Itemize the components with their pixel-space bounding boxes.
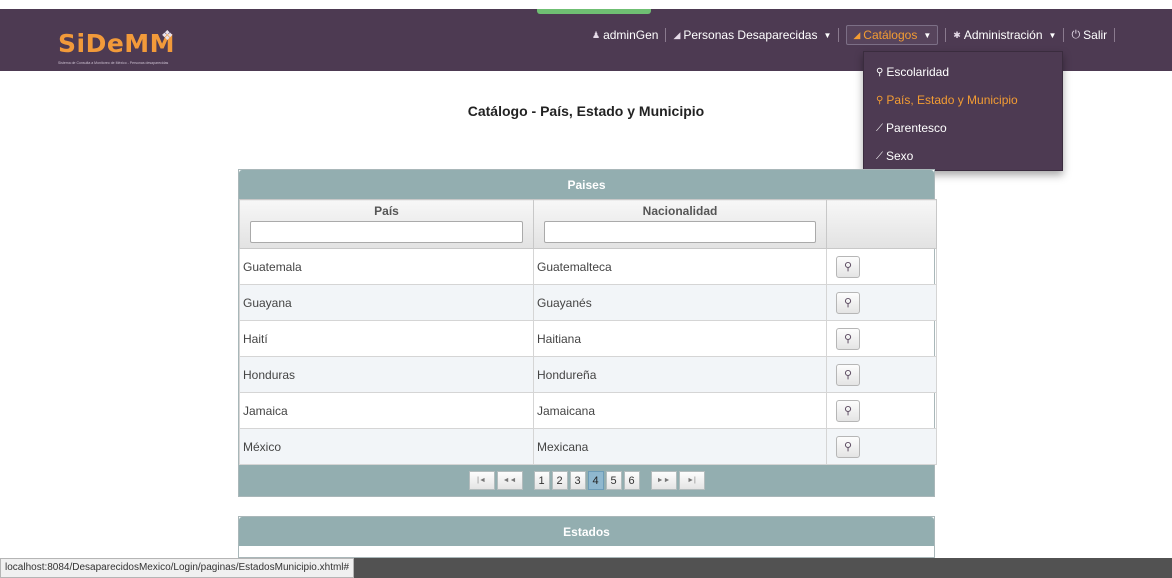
nav-divider <box>945 28 947 42</box>
menu-item-escolaridad[interactable]: ⚲ Escolaridad <box>864 58 1062 86</box>
column-label-pais: País <box>374 204 399 218</box>
nav-divider <box>665 28 667 42</box>
cell-actions: ⚲ <box>826 248 937 285</box>
status-url: localhost:8084/DesaparecidosMexico/Login… <box>0 558 355 578</box>
menu-item-label: Parentesco <box>886 121 947 135</box>
column-header-actions <box>826 199 937 249</box>
table-row: Guayana Guayanés ⚲ <box>239 284 937 321</box>
table-row: Jamaica Jamaicana ⚲ <box>239 392 937 429</box>
menu-item-label: Sexo <box>886 149 914 163</box>
page-3-button[interactable]: 3 <box>569 471 586 490</box>
menu-item-sexo[interactable]: ⟋ Sexo <box>864 142 1062 170</box>
power-icon: ⏻ <box>1071 28 1081 41</box>
view-button[interactable]: ⚲ <box>836 291 860 314</box>
cell-pais: Guayana <box>239 284 534 321</box>
next-page-button[interactable]: ►► <box>650 471 677 490</box>
table-row: Haití Haitiana ⚲ <box>239 320 937 357</box>
gear-icon: ✱ <box>953 29 961 40</box>
column-header-nacionalidad: Nacionalidad <box>533 199 827 249</box>
cell-actions: ⚲ <box>826 284 937 321</box>
nav-personas-label: Personas Desaparecidas <box>683 28 818 42</box>
cell-actions: ⚲ <box>826 356 937 393</box>
nav-divider <box>838 28 840 42</box>
column-label-nacionalidad: Nacionalidad <box>642 204 718 218</box>
page-6-button[interactable]: 6 <box>623 471 640 490</box>
app-logo[interactable]: SiDeMM ❖ Sistema de Consulta a Monitoreo… <box>58 27 218 71</box>
nav-administracion[interactable]: ✱ Administración ▼ <box>953 28 1056 42</box>
nav-catalogos[interactable]: ◢ Catálogos ▼ <box>846 25 939 45</box>
estados-panel: Estados <box>238 516 935 558</box>
page-2-button[interactable]: 2 <box>551 471 568 490</box>
page-5-button[interactable]: 5 <box>605 471 622 490</box>
logo-text: SiDeMM <box>58 29 176 58</box>
estados-panel-header: Estados <box>239 517 934 546</box>
pencil-icon: ◢ <box>673 29 681 40</box>
top-accent-bar <box>537 9 651 14</box>
chevron-down-icon: ▼ <box>823 30 832 40</box>
chevron-down-icon: ▼ <box>923 30 932 40</box>
wrench-icon: ⟋ <box>876 150 883 162</box>
cell-nacionalidad: Hondureña <box>533 356 827 393</box>
view-button[interactable]: ⚲ <box>836 327 860 350</box>
view-button[interactable]: ⚲ <box>836 435 860 458</box>
mexico-map-icon: ❖ <box>161 27 174 43</box>
column-header-pais: País <box>239 199 534 249</box>
table-header-row: País Nacionalidad <box>239 199 937 249</box>
search-icon: ⚲ <box>843 369 853 381</box>
page-title: Catálogo - País, Estado y Municipio <box>467 103 705 119</box>
nav-salir[interactable]: ⏻ Salir <box>1071 28 1107 42</box>
search-icon: ⚲ <box>843 405 853 417</box>
table-row: Guatemala Guatemalteca ⚲ <box>239 248 937 285</box>
user-icon: ♟ <box>592 29 601 40</box>
first-page-button[interactable]: |◄ <box>468 471 495 490</box>
cell-nacionalidad: Guatemalteca <box>533 248 827 285</box>
search-icon: ⚲ <box>843 261 853 273</box>
search-icon: ⚲ <box>876 66 884 78</box>
paises-table: País Nacionalidad Guatemala Guatemalteca… <box>239 199 937 465</box>
pencil-icon: ◢ <box>853 29 861 40</box>
logo-subtitle: Sistema de Consulta a Monitoreo de Méxic… <box>58 61 169 65</box>
search-icon: ⚲ <box>843 441 853 453</box>
page-4-button[interactable]: 4 <box>587 471 604 490</box>
view-button[interactable]: ⚲ <box>836 399 860 422</box>
filter-nacionalidad-input[interactable] <box>544 221 816 243</box>
main-nav: ♟ adminGen ◢ Personas Desaparecidas ▼ ◢ … <box>592 24 1122 46</box>
nav-catalogos-label: Catálogos <box>863 28 918 42</box>
table-row: Honduras Hondureña ⚲ <box>239 356 937 393</box>
page-1-button[interactable]: 1 <box>533 471 550 490</box>
nav-divider <box>1114 28 1116 42</box>
cell-nacionalidad: Jamaicana <box>533 392 827 429</box>
cell-pais: Honduras <box>239 356 534 393</box>
prev-page-button[interactable]: ◄◄ <box>496 471 523 490</box>
search-icon: ⚲ <box>843 297 853 309</box>
cell-pais: Haití <box>239 320 534 357</box>
cell-actions: ⚲ <box>826 320 937 357</box>
nav-personas-desaparecidas[interactable]: ◢ Personas Desaparecidas ▼ <box>673 28 831 42</box>
paginator: |◄ ◄◄ 1 2 3 4 5 6 ►► ►| <box>239 465 934 496</box>
nav-administracion-label: Administración <box>963 28 1043 42</box>
cell-actions: ⚲ <box>826 428 937 465</box>
view-button[interactable]: ⚲ <box>836 363 860 386</box>
menu-item-label: Escolaridad <box>886 65 950 79</box>
nav-divider <box>1063 28 1065 42</box>
search-icon: ⚲ <box>843 333 853 345</box>
cell-actions: ⚲ <box>826 392 937 429</box>
cell-nacionalidad: Guayanés <box>533 284 827 321</box>
nav-user[interactable]: ♟ adminGen <box>592 28 658 42</box>
filter-pais-input[interactable] <box>250 221 523 243</box>
paises-panel-header: Paises <box>239 170 934 199</box>
cell-nacionalidad: Mexicana <box>533 428 827 465</box>
cell-nacionalidad: Haitiana <box>533 320 827 357</box>
cell-pais: Guatemala <box>239 248 534 285</box>
table-row: México Mexicana ⚲ <box>239 428 937 465</box>
cell-pais: Jamaica <box>239 392 534 429</box>
paises-panel: Paises País Nacionalidad Guatemala Guate… <box>238 169 937 497</box>
cell-pais: México <box>239 428 534 465</box>
nav-user-label: adminGen <box>603 28 659 42</box>
view-button[interactable]: ⚲ <box>836 255 860 278</box>
last-page-button[interactable]: ►| <box>678 471 705 490</box>
wrench-icon: ⟋ <box>876 122 883 134</box>
nav-salir-label: Salir <box>1083 28 1108 42</box>
chevron-down-icon: ▼ <box>1048 30 1057 40</box>
